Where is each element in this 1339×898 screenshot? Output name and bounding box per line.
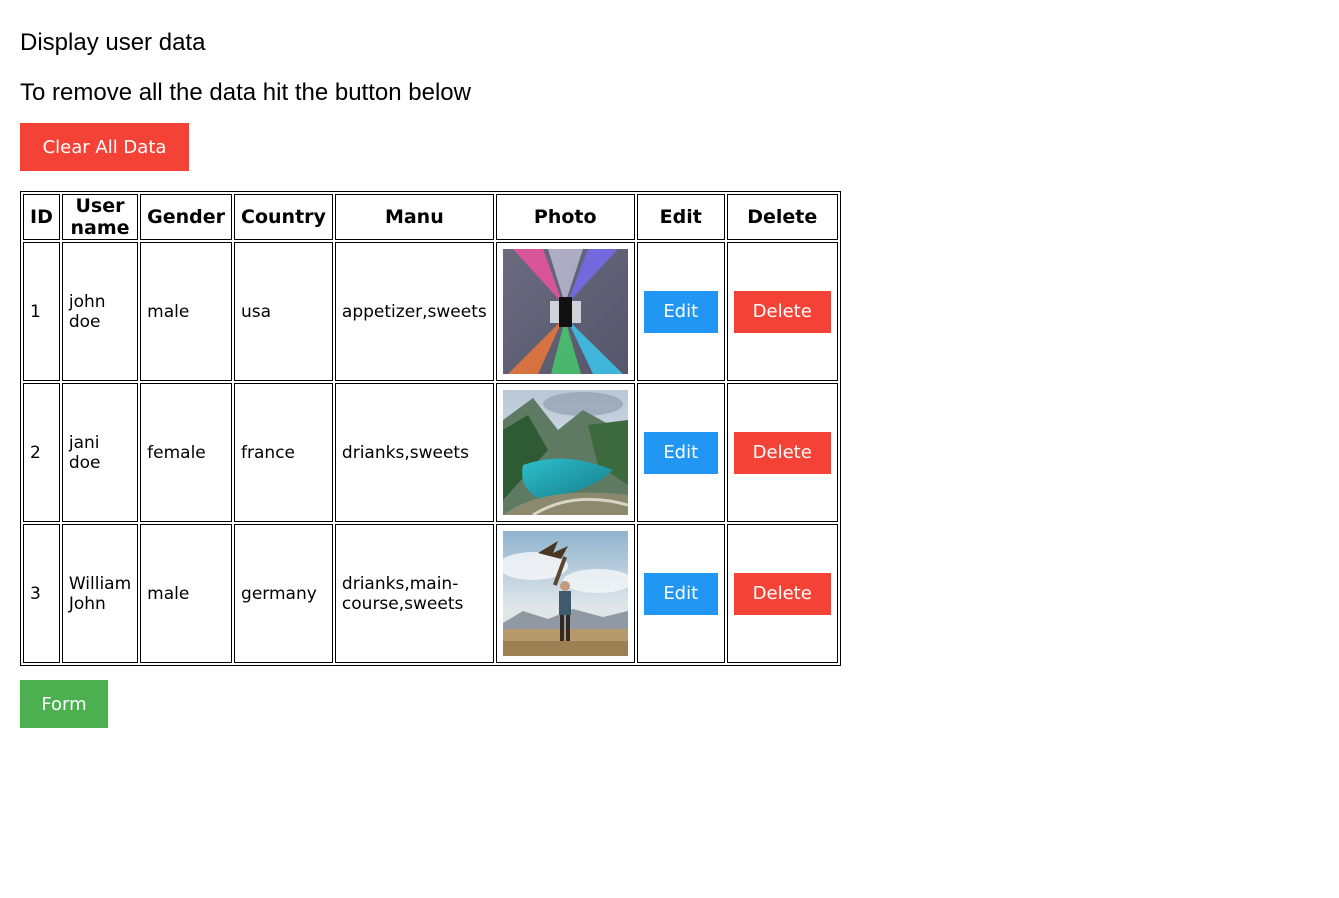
- cell-id: 1: [23, 242, 60, 381]
- cell-gender: male: [140, 242, 233, 381]
- table-row: 1 john doe male usa appetizer,sweets Edi…: [23, 242, 838, 381]
- cell-delete: Delete: [726, 383, 838, 522]
- edit-button[interactable]: Edit: [643, 572, 718, 615]
- page-subtitle: To remove all the data hit the button be…: [20, 79, 471, 106]
- table-header-row: ID User name Gender Country Manu Photo E…: [23, 194, 838, 240]
- cell-username: William John: [61, 524, 139, 663]
- cell-edit: Edit: [636, 383, 725, 522]
- user-data-table: ID User name Gender Country Manu Photo E…: [20, 191, 841, 666]
- header-country: Country: [234, 194, 333, 240]
- edit-button[interactable]: Edit: [643, 431, 718, 474]
- header-delete: Delete: [726, 194, 838, 240]
- header-gender: Gender: [140, 194, 233, 240]
- form-button[interactable]: Form: [20, 680, 108, 728]
- cell-gender: male: [140, 524, 233, 663]
- cell-edit: Edit: [636, 524, 725, 663]
- delete-button[interactable]: Delete: [733, 431, 831, 474]
- header-manu: Manu: [334, 194, 494, 240]
- cell-manu: drianks,main-course,sweets: [334, 524, 494, 663]
- delete-button[interactable]: Delete: [733, 290, 831, 333]
- cell-edit: Edit: [636, 242, 725, 381]
- table-row: 3 William John male germany drianks,main…: [23, 524, 838, 663]
- cell-country: france: [234, 383, 333, 522]
- cell-photo: [495, 383, 635, 522]
- header-photo: Photo: [495, 194, 635, 240]
- clear-all-data-button[interactable]: Clear All Data: [20, 123, 189, 171]
- cell-id: 3: [23, 524, 60, 663]
- table-row: 2 jani doe female france drianks,sweets: [23, 383, 838, 522]
- cell-manu: appetizer,sweets: [334, 242, 494, 381]
- cell-photo: [495, 524, 635, 663]
- mountain-lake-photo: [502, 390, 628, 515]
- delete-button[interactable]: Delete: [733, 572, 831, 615]
- edit-button[interactable]: Edit: [643, 290, 718, 333]
- cell-username: jani doe: [61, 383, 139, 522]
- falconer-photo: [502, 531, 628, 656]
- page-title: Display user data: [20, 29, 206, 56]
- header-edit: Edit: [636, 194, 725, 240]
- cell-country: usa: [234, 242, 333, 381]
- cell-delete: Delete: [726, 242, 838, 381]
- cell-username: john doe: [61, 242, 139, 381]
- header-id: ID: [23, 194, 60, 240]
- cell-country: germany: [234, 524, 333, 663]
- wall-lamp-photo: [502, 249, 628, 374]
- header-username: User name: [61, 194, 139, 240]
- cell-delete: Delete: [726, 524, 838, 663]
- cell-manu: drianks,sweets: [334, 383, 494, 522]
- cell-gender: female: [140, 383, 233, 522]
- cell-id: 2: [23, 383, 60, 522]
- cell-photo: [495, 242, 635, 381]
